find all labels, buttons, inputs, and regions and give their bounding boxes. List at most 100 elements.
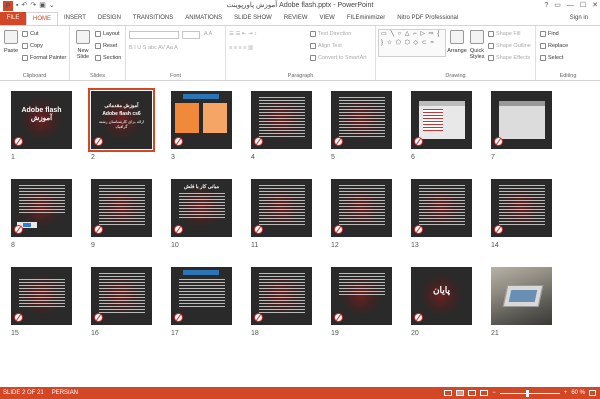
language-indicator[interactable]: PERSIAN — [52, 390, 78, 396]
slide-number: 1 — [11, 154, 15, 161]
shapes-gallery[interactable]: ▭ ╲ ○ △ ⌐ ▷ ⇨ { } ☆ ⬠ ⬡ ◇ ⊂ ≈ — [378, 29, 446, 57]
zoom-slider-thumb[interactable] — [525, 389, 529, 397]
slide-thumbnail[interactable]: 19 — [331, 267, 392, 337]
tab-review[interactable]: REVIEW — [278, 12, 314, 25]
tab-nitro-pdf[interactable]: Nitro PDF Professional — [391, 12, 464, 25]
slide-number: 15 — [11, 330, 19, 337]
copy-button[interactable]: Copy — [22, 43, 43, 49]
zoom-in-button[interactable]: + — [564, 390, 568, 396]
slide-title: پایان — [432, 285, 451, 295]
text-direction-button[interactable]: Text Direction — [310, 31, 351, 37]
paste-button[interactable]: Paste — [3, 30, 19, 54]
slide-preview: Adobe flash آموزش — [11, 91, 72, 149]
format-painter-button[interactable]: Format Painter — [22, 55, 66, 61]
align-text-button[interactable]: Align Text — [310, 43, 342, 49]
align-buttons[interactable]: ≡ ≡ ≡ ≡ ▥ — [229, 45, 253, 51]
convert-smartart-button[interactable]: Convert to SmartArt — [310, 55, 367, 61]
slide-thumbnail[interactable]: 8 — [11, 179, 72, 249]
slide-subtitle: Adobe flash cs6 — [102, 111, 141, 117]
slide-thumbnail[interactable]: 21 — [491, 267, 552, 337]
align-text-label: Align Text — [318, 43, 342, 49]
select-button[interactable]: Select — [540, 55, 563, 61]
new-slide-button[interactable]: New Slide — [73, 30, 93, 60]
slide-number: 6 — [411, 154, 415, 161]
section-button[interactable]: Section — [95, 55, 121, 61]
tab-design[interactable]: DESIGN — [92, 12, 127, 25]
slide-number: 11 — [251, 242, 259, 249]
zoom-slider[interactable] — [499, 389, 560, 397]
slide-text-lines — [179, 193, 225, 219]
slide-preview — [251, 91, 312, 149]
slide-thumbnail[interactable]: پایان 20 — [411, 267, 472, 337]
find-button[interactable]: Find — [540, 31, 559, 37]
tab-insert[interactable]: INSERT — [58, 12, 92, 25]
slide-thumbnail[interactable]: 18 — [251, 267, 312, 337]
slide-preview — [251, 179, 312, 237]
zoom-out-button[interactable]: − — [492, 390, 496, 396]
slide-thumbnail[interactable]: 9 — [91, 179, 152, 249]
close-button[interactable]: ✕ — [592, 0, 598, 12]
tab-home[interactable]: HOME — [26, 12, 58, 25]
slide-thumbnail[interactable]: مبانی کار با فلش 10 — [171, 179, 232, 249]
slide-thumbnail[interactable]: 16 — [91, 267, 152, 337]
tab-slide-show[interactable]: SLIDE SHOW — [228, 12, 278, 25]
minimize-button[interactable]: — — [567, 0, 574, 12]
font-size-field[interactable] — [182, 31, 200, 39]
slide-number: 5 — [331, 154, 335, 161]
reading-view-icon[interactable] — [468, 390, 477, 396]
shape-outline-button[interactable]: Shape Outline — [488, 43, 531, 49]
slide-number: 13 — [411, 242, 419, 249]
tab-file[interactable]: FILE — [0, 12, 26, 25]
grow-font-icon[interactable]: A A — [204, 31, 212, 37]
format-painter-label: Format Painter — [30, 55, 67, 61]
slide-number: 16 — [91, 330, 99, 337]
slide-thumbnail[interactable]: 13 — [411, 179, 472, 249]
zoom-level[interactable]: 60 % — [571, 390, 585, 396]
reset-button[interactable]: Reset — [95, 43, 117, 49]
slide-number: 14 — [491, 242, 499, 249]
tab-fileminimizer[interactable]: FILEminimizer — [341, 12, 391, 25]
slide-number: 10 — [171, 242, 179, 249]
cut-button[interactable]: Cut — [22, 31, 39, 37]
slide-thumbnail[interactable]: آموزش مقدماتی Adobe flash cs6 ارائه برای… — [88, 88, 155, 161]
paste-icon — [4, 30, 18, 44]
font-format-buttons[interactable]: B I U S abc AV Aa A — [129, 45, 178, 51]
slide-thumbnail[interactable]: 12 — [331, 179, 392, 249]
shape-fill-button[interactable]: Shape Fill — [488, 31, 520, 37]
slideshow-view-icon[interactable] — [480, 390, 489, 396]
help-button[interactable]: ? — [544, 0, 548, 12]
quick-styles-button[interactable]: Quick Styles — [468, 30, 486, 60]
slide-text-lines — [99, 185, 145, 225]
sign-in-link[interactable]: Sign in — [570, 12, 588, 25]
slide-thumbnail[interactable]: 14 — [491, 179, 552, 249]
font-name-field[interactable] — [129, 31, 179, 39]
normal-view-icon[interactable] — [444, 390, 453, 396]
slide-indicator: SLIDE 2 OF 21 — [3, 390, 44, 396]
tab-animations[interactable]: ANIMATIONS — [179, 12, 228, 25]
shape-effects-button[interactable]: Shape Effects — [488, 55, 530, 61]
slide-thumbnail[interactable]: 7 — [491, 91, 552, 161]
slide-thumbnail[interactable]: 6 — [411, 91, 472, 161]
slide-number: 20 — [411, 330, 419, 337]
layout-button[interactable]: Layout — [95, 31, 120, 37]
replace-button[interactable]: Replace — [540, 43, 568, 49]
slide-thumbnail[interactable]: 4 — [251, 91, 312, 161]
maximize-button[interactable]: ☐ — [580, 0, 586, 12]
slide-sorter-view-icon[interactable] — [456, 390, 465, 396]
tab-view[interactable]: VIEW — [314, 12, 341, 25]
slide-thumbnail[interactable]: 5 — [331, 91, 392, 161]
tab-transitions[interactable]: TRANSITIONS — [127, 12, 179, 25]
slide-text-lines — [179, 279, 225, 307]
slide-thumbnail[interactable]: 11 — [251, 179, 312, 249]
slide-thumbnail[interactable]: 3 — [171, 91, 232, 161]
slide-thumbnail[interactable]: Adobe flash آموزش 1 — [11, 91, 72, 161]
slide-thumbnail[interactable]: 15 — [11, 267, 72, 337]
editing-group: Find Replace Select Editing — [536, 26, 600, 80]
arrange-button[interactable]: Arrange — [447, 30, 467, 54]
slide-preview — [251, 267, 312, 325]
flash-logo-icon — [174, 137, 183, 146]
ribbon-display-button[interactable]: ▭ — [554, 0, 561, 12]
list-buttons[interactable]: ☰ ☰ ⇤ ⇥ ↕ — [229, 31, 257, 37]
slide-thumbnail[interactable]: 17 — [171, 267, 232, 337]
fit-to-window-icon[interactable] — [589, 390, 596, 396]
